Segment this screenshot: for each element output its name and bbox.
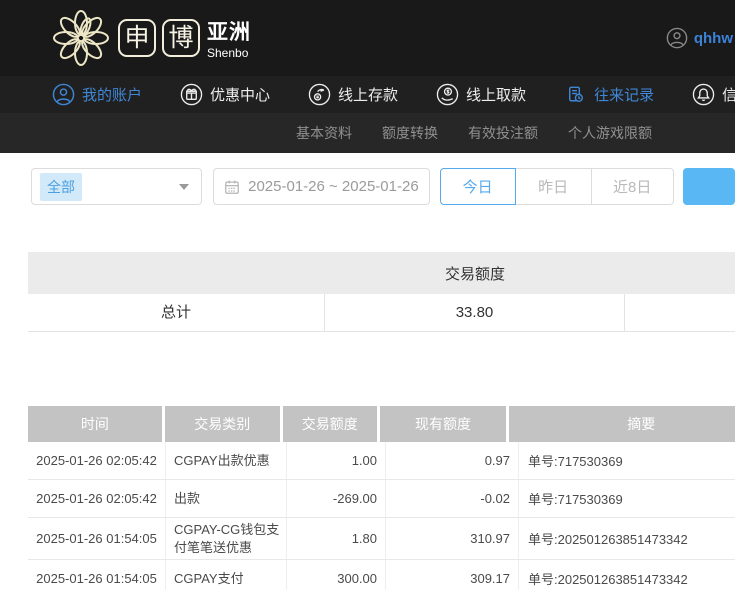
nav-label: 信息 xyxy=(722,84,735,105)
cell-type: CGPAY支付 xyxy=(166,560,287,590)
cell-type: CGPAY-CG钱包支付笔笔送优惠 xyxy=(166,518,287,559)
cell-balance: 310.97 xyxy=(386,518,519,559)
quick-date-buttons: 今日 昨日 近8日 xyxy=(440,168,674,205)
subnav-item-valid-bets[interactable]: 有效投注额 xyxy=(468,123,538,143)
cell-type: 出款 xyxy=(166,480,287,517)
subnav-item-game-limits[interactable]: 个人游戏限额 xyxy=(568,123,652,143)
main-nav: 我的账户 优惠中心 线上存款 xyxy=(0,76,735,113)
nav-item-withdraw[interactable]: 线上取款 xyxy=(436,83,526,106)
cell-amount: 1.00 xyxy=(287,442,386,479)
brand-subtitle: Shenbo xyxy=(207,46,251,60)
cell-amount: 1.80 xyxy=(287,518,386,559)
transaction-type-select[interactable]: 全部 xyxy=(31,168,202,205)
date-range-value: 2025-01-26 ~ 2025-01-26 xyxy=(248,178,419,195)
column-header-summary: 摘要 xyxy=(509,406,735,442)
table-row: 2025-01-26 01:54:05 CGPAY-CG钱包支付笔笔送优惠 1.… xyxy=(28,518,735,560)
summary-total-value: 33.80 xyxy=(325,294,625,331)
nav-label: 往来记录 xyxy=(594,84,654,105)
cell-balance: 0.97 xyxy=(386,442,519,479)
cell-summary: 单号:717530369 xyxy=(519,480,735,517)
deposit-icon xyxy=(308,83,331,106)
cell-time: 2025-01-26 02:05:42 xyxy=(28,480,166,517)
summary-table: 交易额度 总计 33.80 xyxy=(28,252,735,332)
summary-total-label: 总计 xyxy=(28,294,325,331)
filter-toolbar: 全部 2025-01-26 ~ 2025-01-26 今日 昨日 近8日 xyxy=(31,168,735,205)
calendar-icon xyxy=(224,179,240,195)
account-sub-nav: 基本资料 额度转换 有效投注额 个人游戏限额 xyxy=(0,113,735,153)
nav-item-my-account[interactable]: 我的账户 xyxy=(52,83,142,106)
cell-balance: 309.17 xyxy=(386,560,519,590)
brand-logo: 申 博 亚洲 Shenbo xyxy=(50,7,251,69)
cell-type: CGPAY出款优惠 xyxy=(166,442,287,479)
nav-label: 优惠中心 xyxy=(210,84,270,105)
column-header-amount: 交易额度 xyxy=(283,406,377,442)
search-button[interactable] xyxy=(683,168,735,205)
cell-amount: -269.00 xyxy=(287,480,386,517)
account-transactions-page: 申 博 亚洲 Shenbo qhhw 我的账户 xyxy=(0,0,735,590)
today-button[interactable]: 今日 xyxy=(440,168,516,205)
transactions-table: 时间 交易类别 交易额度 现有额度 摘要 2025-01-26 02:05:42… xyxy=(28,406,735,590)
nav-item-deposit[interactable]: 线上存款 xyxy=(308,83,398,106)
cell-balance: -0.02 xyxy=(386,480,519,517)
records-icon xyxy=(564,83,587,106)
subnav-item-balance-transfer[interactable]: 额度转换 xyxy=(382,123,438,143)
table-row: 2025-01-26 01:54:05 CGPAY支付 300.00 309.1… xyxy=(28,560,735,590)
selected-type-chip: 全部 xyxy=(40,173,82,201)
gift-icon xyxy=(180,83,203,106)
withdraw-icon xyxy=(436,83,459,106)
user-avatar-icon xyxy=(666,27,688,49)
subnav-item-basic-info[interactable]: 基本资料 xyxy=(296,123,352,143)
flower-logo-icon xyxy=(50,7,112,69)
cell-time: 2025-01-26 02:05:42 xyxy=(28,442,166,479)
nav-label: 线上存款 xyxy=(338,84,398,105)
table-row: 2025-01-26 02:05:42 CGPAY出款优惠 1.00 0.97 … xyxy=(28,442,735,480)
brand-char-shen: 申 xyxy=(118,19,156,57)
nav-label: 线上取款 xyxy=(466,84,526,105)
top-header: 申 博 亚洲 Shenbo qhhw xyxy=(0,0,735,76)
summary-header-amount: 交易额度 xyxy=(325,263,625,284)
user-icon xyxy=(52,83,75,106)
yesterday-button[interactable]: 昨日 xyxy=(515,168,592,205)
column-header-balance: 现有额度 xyxy=(380,406,507,442)
cell-time: 2025-01-26 01:54:05 xyxy=(28,560,166,590)
last-8-days-button[interactable]: 近8日 xyxy=(591,168,674,205)
chevron-down-icon xyxy=(179,184,189,190)
date-range-input[interactable]: 2025-01-26 ~ 2025-01-26 xyxy=(213,168,430,205)
brand-region: 亚洲 xyxy=(207,16,251,46)
column-header-time: 时间 xyxy=(28,406,162,442)
cell-summary: 单号:202501263851473342 xyxy=(519,560,735,590)
cell-time: 2025-01-26 01:54:05 xyxy=(28,518,166,559)
table-row: 2025-01-26 02:05:42 出款 -269.00 -0.02 单号:… xyxy=(28,480,735,518)
nav-item-messages[interactable]: 信息 xyxy=(692,83,735,106)
user-account-area[interactable]: qhhw xyxy=(666,27,733,49)
username[interactable]: qhhw xyxy=(694,30,733,47)
bell-icon xyxy=(692,83,715,106)
nav-item-transaction-records[interactable]: 往来记录 xyxy=(564,83,654,106)
nav-label: 我的账户 xyxy=(82,84,142,105)
brand-char-bo: 博 xyxy=(162,19,200,57)
nav-item-promotions[interactable]: 优惠中心 xyxy=(180,83,270,106)
column-header-type: 交易类别 xyxy=(165,406,280,442)
summary-total-row: 总计 33.80 xyxy=(28,294,735,332)
cell-summary: 单号:717530369 xyxy=(519,442,735,479)
summary-table-header: 交易额度 xyxy=(28,252,735,294)
cell-amount: 300.00 xyxy=(287,560,386,590)
cell-summary: 单号:202501263851473342 xyxy=(519,518,735,559)
transactions-header-row: 时间 交易类别 交易额度 现有额度 摘要 xyxy=(28,406,735,442)
